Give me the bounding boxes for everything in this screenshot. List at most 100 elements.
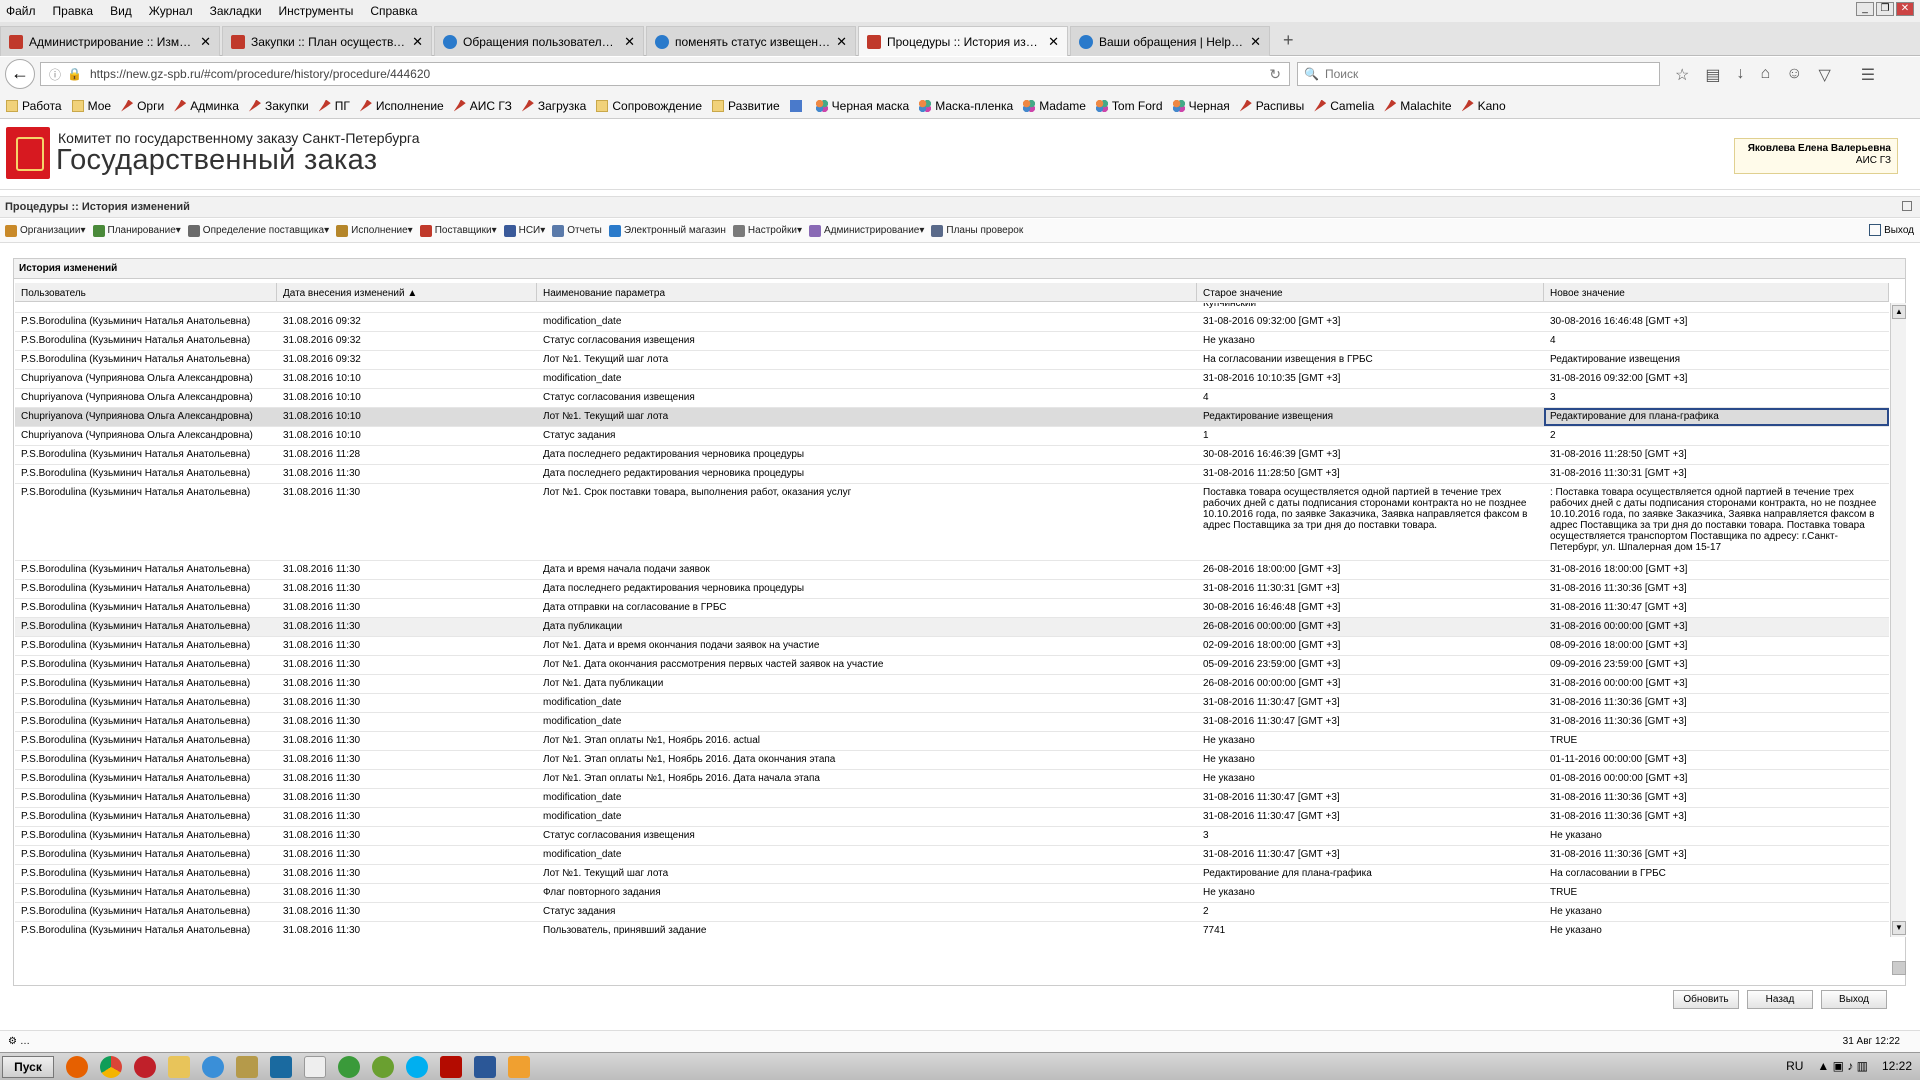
info-icon[interactable]: ⓘ xyxy=(49,66,61,83)
download-icon[interactable]: ↓ xyxy=(1736,65,1744,85)
bookmark-item[interactable]: Админка xyxy=(174,99,239,113)
table-row[interactable]: P.S.Borodulina (Кузьминич Наталья Анатол… xyxy=(15,827,1889,846)
refresh-button[interactable]: Обновить xyxy=(1673,990,1739,1009)
tab-close-icon[interactable]: ✕ xyxy=(200,34,211,50)
firefox-icon[interactable] xyxy=(66,1055,88,1078)
explorer-folder-icon[interactable] xyxy=(168,1055,190,1078)
table-row[interactable]: Купчинский" xyxy=(15,303,1889,313)
bookmark-item[interactable]: Malachite xyxy=(1384,99,1452,113)
column-header[interactable]: Новое значение xyxy=(1544,283,1889,301)
tab-close-icon[interactable]: ✕ xyxy=(1250,34,1261,50)
app-red-icon[interactable] xyxy=(134,1055,156,1078)
skype-s-icon[interactable] xyxy=(270,1055,292,1078)
chat-icon[interactable]: ☺ xyxy=(1786,65,1802,85)
table-row[interactable]: P.S.Borodulina (Кузьминич Наталья Анатол… xyxy=(15,446,1889,465)
app-menu-item[interactable]: Определение поставщика ▾ xyxy=(187,224,329,237)
tab-close-icon[interactable]: ✕ xyxy=(836,34,847,50)
chrome-icon[interactable] xyxy=(100,1055,122,1078)
table-row[interactable]: P.S.Borodulina (Кузьминич Наталья Анатол… xyxy=(15,846,1889,865)
column-header[interactable]: Дата внесения изменений ▲ xyxy=(277,283,537,301)
reading-list-icon[interactable]: ▤ xyxy=(1705,65,1720,85)
table-row[interactable]: Chupriyanova (Чуприянова Ольга Александр… xyxy=(15,370,1889,389)
table-row[interactable]: P.S.Borodulina (Кузьминич Наталья Анатол… xyxy=(15,465,1889,484)
table-row[interactable]: P.S.Borodulina (Кузьминич Наталья Анатол… xyxy=(15,561,1889,580)
minimize-button[interactable]: _ xyxy=(1856,2,1874,16)
table-row[interactable]: P.S.Borodulina (Кузьминич Наталья Анатол… xyxy=(15,313,1889,332)
app-menu-item[interactable]: Администрирование ▾ xyxy=(808,224,924,237)
column-header[interactable]: Наименование параметра xyxy=(537,283,1197,301)
app-menu-item[interactable]: НСИ ▾ xyxy=(503,224,545,237)
table-row[interactable]: P.S.Borodulina (Кузьминич Наталья Анатол… xyxy=(15,808,1889,827)
back-button[interactable]: ← xyxy=(5,59,35,89)
browser-tab[interactable]: Администрирование :: Изме... ✕ xyxy=(0,26,220,56)
browser-menu-item[interactable]: Журнал xyxy=(149,4,193,18)
bookmark-item[interactable]: Работа xyxy=(6,99,62,113)
table-row[interactable]: P.S.Borodulina (Кузьминич Наталья Анатол… xyxy=(15,656,1889,675)
app-menu-item[interactable]: Организации ▾ xyxy=(5,224,86,237)
user-info-box[interactable]: Яковлева Елена Валерьевна АИС ГЗ xyxy=(1734,138,1898,174)
exit-button[interactable]: Выход xyxy=(1821,990,1887,1009)
tab-close-icon[interactable]: ✕ xyxy=(412,34,423,50)
bookmark-item[interactable]: Сопровождение xyxy=(596,99,702,113)
scroll-down-icon[interactable]: ▼ xyxy=(1892,921,1906,935)
bookmark-item[interactable]: Орги xyxy=(121,99,164,113)
bookmark-item[interactable]: Мое xyxy=(71,99,111,113)
table-row[interactable]: P.S.Borodulina (Кузьминич Наталья Анатол… xyxy=(15,637,1889,656)
table-row[interactable]: P.S.Borodulina (Кузьминич Наталья Анатол… xyxy=(15,332,1889,351)
browser-menu-item[interactable]: Файл xyxy=(6,4,36,18)
browser-menu-item[interactable]: Инструменты xyxy=(279,4,354,18)
table-row[interactable]: P.S.Borodulina (Кузьминич Наталья Анатол… xyxy=(15,599,1889,618)
browser-tab[interactable]: Закупки :: План осуществл... ✕ xyxy=(222,26,432,56)
table-row[interactable]: P.S.Borodulina (Кузьминич Наталья Анатол… xyxy=(15,789,1889,808)
table-row[interactable]: P.S.Borodulina (Кузьминич Наталья Анатол… xyxy=(15,618,1889,637)
ie-icon[interactable] xyxy=(202,1055,224,1078)
column-header[interactable]: Пользователь xyxy=(15,283,277,301)
bookmark-item[interactable]: Распивы xyxy=(1239,99,1304,113)
app-menu-item[interactable]: Планы проверок xyxy=(931,224,1023,237)
bookmark-item[interactable]: Загрузка xyxy=(521,99,586,113)
table-row[interactable]: P.S.Borodulina (Кузьминич Наталья Анатол… xyxy=(15,751,1889,770)
app-gear-icon[interactable] xyxy=(372,1055,394,1078)
table-row[interactable]: Chupriyanova (Чуприянова Ольга Александр… xyxy=(15,408,1889,427)
tray-icons[interactable]: ▲ ▣ ♪ ▥ xyxy=(1817,1059,1868,1073)
bookmark-item[interactable] xyxy=(789,99,806,112)
app-menu-item[interactable]: Планирование ▾ xyxy=(92,224,181,237)
bookmark-item[interactable]: Черная xyxy=(1172,99,1230,113)
exit-menu-item[interactable]: Выход xyxy=(1869,224,1914,236)
bookmark-item[interactable]: ПГ xyxy=(318,99,350,113)
pocket-icon[interactable]: ▽ xyxy=(1818,65,1830,85)
table-row[interactable]: P.S.Borodulina (Кузьминич Наталья Анатол… xyxy=(15,713,1889,732)
table-row[interactable]: P.S.Borodulina (Кузьминич Наталья Анатол… xyxy=(15,732,1889,751)
browser-menu-item[interactable]: Вид xyxy=(110,4,132,18)
browser-tab[interactable]: Ваши обращения | HelpDesk ... ✕ xyxy=(1070,26,1270,56)
close-window-button[interactable]: ✕ xyxy=(1896,2,1914,16)
app-feather-icon[interactable] xyxy=(304,1055,326,1078)
collapse-icon[interactable] xyxy=(1902,201,1912,211)
browser-tab[interactable]: поменять статус извещени... ✕ xyxy=(646,26,856,56)
table-row[interactable]: P.S.Borodulina (Кузьминич Наталья Анатол… xyxy=(15,484,1889,561)
scrollbar-thumb[interactable] xyxy=(1892,961,1906,975)
home-icon[interactable]: ⌂ xyxy=(1760,65,1770,85)
search-input[interactable]: 🔍 Поиск xyxy=(1297,62,1660,86)
bookmark-item[interactable]: Закупки xyxy=(248,99,309,113)
vertical-scrollbar[interactable]: ▲ ▼ xyxy=(1890,303,1906,975)
app-frog-icon[interactable] xyxy=(338,1055,360,1078)
app-menu-item[interactable]: Электронный магазин xyxy=(608,224,726,237)
app-menu-item[interactable]: Исполнение ▾ xyxy=(336,224,413,237)
bookmark-item[interactable]: АИС ГЗ xyxy=(453,99,512,113)
bookmark-item[interactable]: Исполнение xyxy=(359,99,444,113)
table-row[interactable]: P.S.Borodulina (Кузьминич Наталья Анатол… xyxy=(15,351,1889,370)
new-tab-button[interactable]: + xyxy=(1283,30,1294,51)
app-menu-item[interactable]: Поставщики ▾ xyxy=(419,224,497,237)
app-menu-item[interactable]: Отчеты xyxy=(552,224,602,237)
table-row[interactable]: Chupriyanova (Чуприянова Ольга Александр… xyxy=(15,389,1889,408)
start-button[interactable]: Пуск xyxy=(2,1055,54,1078)
bookmark-item[interactable]: Camelia xyxy=(1314,99,1374,113)
app-orange-icon[interactable] xyxy=(508,1055,530,1078)
bookmark-item[interactable]: Развитие xyxy=(712,99,780,113)
browser-menu-item[interactable]: Справка xyxy=(370,4,417,18)
table-row[interactable]: P.S.Borodulina (Кузьминич Наталья Анатол… xyxy=(15,884,1889,903)
reload-icon[interactable]: ↻ xyxy=(1269,66,1281,83)
bookmark-star-icon[interactable]: ☆ xyxy=(1675,65,1689,85)
table-row[interactable]: P.S.Borodulina (Кузьминич Наталья Анатол… xyxy=(15,865,1889,884)
